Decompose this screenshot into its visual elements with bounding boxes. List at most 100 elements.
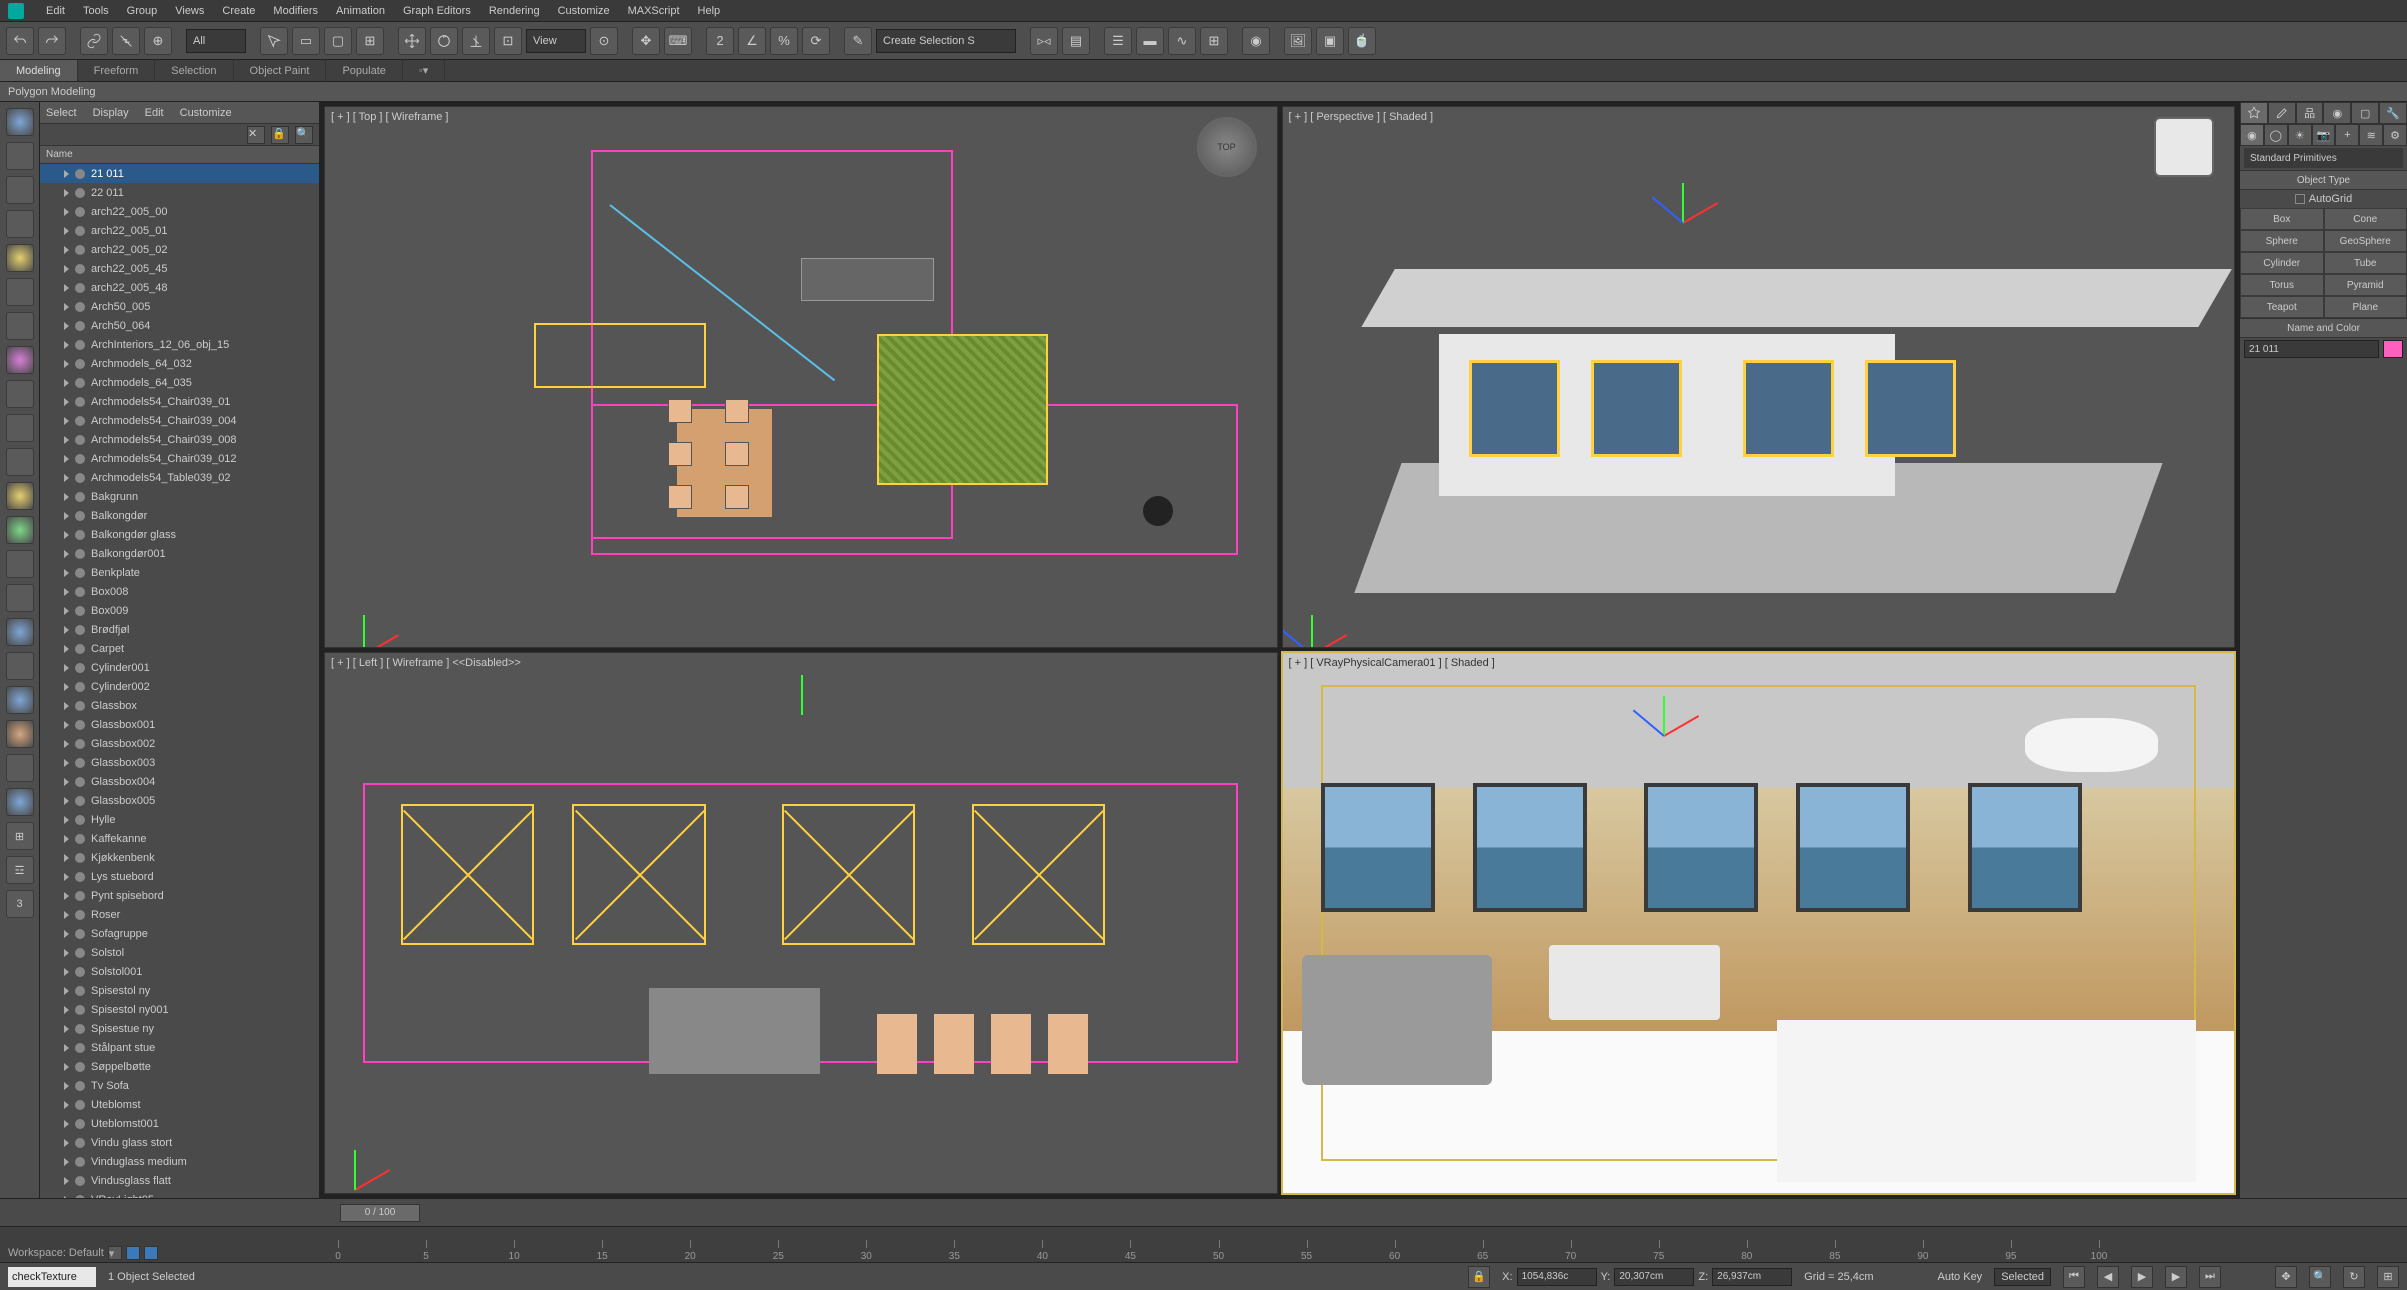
ribbon-tab-selection[interactable]: Selection bbox=[155, 60, 233, 81]
manip-button[interactable]: ✥ bbox=[632, 27, 660, 55]
unlink-button[interactable] bbox=[112, 27, 140, 55]
list-item[interactable]: Kaffekanne bbox=[40, 829, 319, 848]
viewport-nav-orbit[interactable]: ↻ bbox=[2343, 1266, 2365, 1288]
render-frame-button[interactable]: ▣ bbox=[1316, 27, 1344, 55]
mirror-button[interactable]: ▹◃ bbox=[1030, 27, 1058, 55]
left-tool-15[interactable] bbox=[6, 584, 34, 612]
cat-spacewarps[interactable]: ≋ bbox=[2359, 124, 2383, 146]
primitive-plane-button[interactable]: Plane bbox=[2324, 296, 2407, 318]
primitive-sphere-button[interactable]: Sphere bbox=[2240, 230, 2324, 252]
list-item[interactable]: Cylinder001 bbox=[40, 658, 319, 677]
list-item[interactable]: Glassbox005 bbox=[40, 791, 319, 810]
link-button[interactable] bbox=[80, 27, 108, 55]
list-item[interactable]: Archmodels_64_032 bbox=[40, 354, 319, 373]
object-name-input[interactable]: 21 011 bbox=[2244, 340, 2379, 358]
undo-button[interactable] bbox=[6, 27, 34, 55]
list-item[interactable]: Archmodels54_Table039_02 bbox=[40, 468, 319, 487]
list-item[interactable]: Bakgrunn bbox=[40, 487, 319, 506]
ribbon-tab-modeling[interactable]: Modeling bbox=[0, 60, 78, 81]
viewport-cam-label[interactable]: [ + ] [ VRayPhysicalCamera01 ] [ Shaded … bbox=[1289, 657, 1495, 669]
object-color-swatch[interactable] bbox=[2383, 340, 2403, 358]
list-item[interactable]: Balkongdør001 bbox=[40, 544, 319, 563]
explorer-menu-customize[interactable]: Customize bbox=[180, 107, 232, 119]
list-item[interactable]: Glassbox002 bbox=[40, 734, 319, 753]
left-tool-3[interactable] bbox=[6, 176, 34, 204]
named-selection-dropdown[interactable]: Create Selection S bbox=[876, 29, 1016, 53]
list-item[interactable]: Solstol bbox=[40, 943, 319, 962]
list-item[interactable]: Arch50_064 bbox=[40, 316, 319, 335]
cp-tab-utilities[interactable]: 🔧 bbox=[2379, 102, 2407, 124]
cp-tab-hierarchy[interactable]: 品 bbox=[2296, 102, 2324, 124]
ribbon-tab-freeform[interactable]: Freeform bbox=[78, 60, 156, 81]
keyboard-button[interactable]: ⌨ bbox=[664, 27, 692, 55]
list-item[interactable]: ArchInteriors_12_06_obj_15 bbox=[40, 335, 319, 354]
rollout-name-color[interactable]: Name and Color bbox=[2240, 318, 2407, 338]
list-item[interactable]: arch22_005_00 bbox=[40, 202, 319, 221]
schematic-view-button[interactable]: ⊞ bbox=[1200, 27, 1228, 55]
render-setup-button[interactable]: 🖼 bbox=[1284, 27, 1312, 55]
list-item[interactable]: Spisestol ny001 bbox=[40, 1000, 319, 1019]
selection-filter-dropdown[interactable]: All bbox=[186, 29, 246, 53]
viewport-left-label[interactable]: [ + ] [ Left ] [ Wireframe ] <<Disabled>… bbox=[331, 657, 521, 669]
rollout-object-type[interactable]: Object Type bbox=[2240, 170, 2407, 190]
primitive-cone-button[interactable]: Cone bbox=[2324, 208, 2407, 230]
pivot-button[interactable]: ⊙ bbox=[590, 27, 618, 55]
list-item[interactable]: Vinduglass medium bbox=[40, 1152, 319, 1171]
track-bar[interactable]: Workspace: Default ▾ 0510152025303540455… bbox=[0, 1226, 2407, 1262]
menu-help[interactable]: Help bbox=[698, 5, 721, 17]
list-item[interactable]: arch22_005_02 bbox=[40, 240, 319, 259]
menu-maxscript[interactable]: MAXScript bbox=[628, 5, 680, 17]
viewport-nav-zoom[interactable]: 🔍 bbox=[2309, 1266, 2331, 1288]
left-tool-2[interactable] bbox=[6, 142, 34, 170]
list-item[interactable]: Benkplate bbox=[40, 563, 319, 582]
prev-frame-button[interactable]: ◀ bbox=[2097, 1266, 2119, 1288]
list-item[interactable]: 21 011 bbox=[40, 164, 319, 183]
left-tool-12[interactable] bbox=[6, 482, 34, 510]
cat-lights[interactable]: ☀ bbox=[2288, 124, 2312, 146]
left-tool-20[interactable] bbox=[6, 754, 34, 782]
primitive-teapot-button[interactable]: Teapot bbox=[2240, 296, 2324, 318]
autogrid-checkbox[interactable]: AutoGrid bbox=[2240, 190, 2407, 208]
viewport-left[interactable]: [ + ] [ Left ] [ Wireframe ] <<Disabled>… bbox=[324, 652, 1278, 1194]
menu-graph-editors[interactable]: Graph Editors bbox=[403, 5, 471, 17]
cp-tab-motion[interactable]: ◉ bbox=[2323, 102, 2351, 124]
list-item[interactable]: Cylinder002 bbox=[40, 677, 319, 696]
primitive-torus-button[interactable]: Torus bbox=[2240, 274, 2324, 296]
explorer-menu-select[interactable]: Select bbox=[46, 107, 77, 119]
spinner-snap-button[interactable]: ⟳ bbox=[802, 27, 830, 55]
cp-tab-display[interactable]: ▢ bbox=[2351, 102, 2379, 124]
primitive-pyramid-button[interactable]: Pyramid bbox=[2324, 274, 2407, 296]
filter-lock-icon[interactable]: 🔒 bbox=[271, 126, 289, 144]
list-item[interactable]: Glassbox bbox=[40, 696, 319, 715]
left-tool-13[interactable] bbox=[6, 516, 34, 544]
list-item[interactable]: Archmodels54_Chair039_012 bbox=[40, 449, 319, 468]
cp-tab-modify[interactable] bbox=[2268, 102, 2296, 124]
redo-button[interactable] bbox=[38, 27, 66, 55]
left-tool-16[interactable] bbox=[6, 618, 34, 646]
list-item[interactable]: Archmodels54_Chair039_008 bbox=[40, 430, 319, 449]
list-item[interactable]: Vindusglass flatt bbox=[40, 1171, 319, 1190]
viewport-top-label[interactable]: [ + ] [ Top ] [ Wireframe ] bbox=[331, 111, 448, 123]
viewport-top[interactable]: [ + ] [ Top ] [ Wireframe ] TOP bbox=[324, 106, 1278, 648]
cp-tab-create[interactable] bbox=[2240, 102, 2268, 124]
filter-find-icon[interactable]: 🔍 bbox=[295, 126, 313, 144]
list-item[interactable]: Vindu glass stort bbox=[40, 1133, 319, 1152]
bind-button[interactable]: ⊕ bbox=[144, 27, 172, 55]
filter-close-icon[interactable]: ✕ bbox=[247, 126, 265, 144]
cat-cameras[interactable]: 📷 bbox=[2312, 124, 2336, 146]
lock-selection-icon[interactable]: 🔒 bbox=[1468, 1266, 1490, 1288]
viewport-nav-pan[interactable]: ✥ bbox=[2275, 1266, 2297, 1288]
autokey-button[interactable]: Auto Key bbox=[1938, 1271, 1983, 1283]
list-item[interactable]: Sofagruppe bbox=[40, 924, 319, 943]
menu-views[interactable]: Views bbox=[175, 5, 204, 17]
list-item[interactable]: Box008 bbox=[40, 582, 319, 601]
rotate-button[interactable] bbox=[430, 27, 458, 55]
time-slider-handle[interactable]: 0 / 100 bbox=[340, 1204, 420, 1222]
workspace-selector[interactable]: Workspace: Default ▾ bbox=[8, 1246, 158, 1260]
scale-button[interactable] bbox=[462, 27, 490, 55]
menu-animation[interactable]: Animation bbox=[336, 5, 385, 17]
list-item[interactable]: Hylle bbox=[40, 810, 319, 829]
selection-set-edit-button[interactable]: ✎ bbox=[844, 27, 872, 55]
toggle-ribbon-button[interactable]: ▬ bbox=[1136, 27, 1164, 55]
left-tool-7[interactable] bbox=[6, 312, 34, 340]
